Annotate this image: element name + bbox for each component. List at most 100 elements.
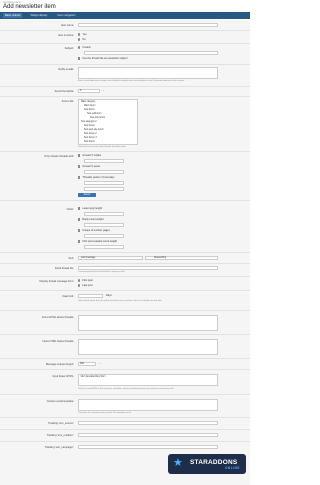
checkbox-icon <box>78 218 81 221</box>
extra-input[interactable] <box>84 187 124 191</box>
stepper-icon[interactable]: − + <box>101 90 104 92</box>
divider <box>0 310 250 311</box>
display-first-post[interactable]: First post <box>78 279 93 282</box>
divider <box>0 200 250 201</box>
utm-medium-label: Tracking 'utm_medium': <box>46 434 74 437</box>
html-above-label: Insert HTML above threads: <box>41 316 74 319</box>
divider <box>0 417 250 418</box>
divider <box>0 151 250 152</box>
days-input[interactable] <box>84 181 124 185</box>
order-input-1[interactable] <box>84 212 124 216</box>
watermark-line1: STARADDONS <box>190 458 238 466</box>
display-last-post[interactable]: Last post <box>78 284 93 287</box>
order-input-4[interactable] <box>84 245 124 249</box>
item-name-label: Item name: <box>61 24 74 27</box>
html-above-textarea[interactable] <box>78 315 218 331</box>
radio-icon <box>78 284 81 287</box>
checkbox-icon <box>78 165 81 168</box>
threads-opt-views[interactable]: At least X views <box>78 165 100 168</box>
item-active-yes[interactable]: Yes <box>78 33 86 36</box>
subject-input[interactable] <box>84 51 218 55</box>
notify-emails-hint: Enter e-mail addresses of people who sho… <box>78 80 185 82</box>
custom-email-textarea[interactable] <box>78 399 218 411</box>
tab-basic-options[interactable]: Basic options <box>3 13 23 18</box>
subject-label: Subject: <box>64 47 74 50</box>
sort-field-select[interactable]: Last message <box>78 256 143 260</box>
divider <box>0 86 250 87</box>
radio-icon <box>78 33 81 36</box>
list-item[interactable]: Test forum <box>79 140 137 144</box>
option-label: No <box>82 38 86 41</box>
forum-ids-list[interactable]: Main category Main forum Test forum Test… <box>78 99 138 145</box>
start-time-label: Send first article: <box>54 90 74 93</box>
extra-thread-ids-hint: Comma-separated list of thread ids to al… <box>78 271 125 273</box>
threads-opt-replies[interactable]: At least X replies <box>78 154 101 157</box>
utm-source-input[interactable] <box>78 421 218 425</box>
divider <box>0 43 250 44</box>
option-label: First post reaction count weight <box>82 240 117 243</box>
utm-medium-input[interactable] <box>78 433 218 437</box>
item-name-input[interactable] <box>78 23 218 27</box>
sort-direction-select[interactable]: Descending <box>145 256 218 260</box>
option-label: Threads/ posts in X last days <box>82 176 115 179</box>
divider <box>0 394 250 395</box>
display-msg-label: Display thread message from: <box>39 280 74 283</box>
divider <box>0 358 250 359</box>
option-label: Least reply length <box>82 207 103 210</box>
option-label: Yes <box>82 33 87 36</box>
option-label: Reply count weight <box>82 218 104 221</box>
threads-opt-days[interactable]: Threads/ posts in X last days <box>78 176 115 179</box>
date-limit-unit: Days <box>106 294 112 297</box>
forum-ids-hint: Select the forums from which threads sho… <box>78 146 127 148</box>
views-input[interactable] <box>84 170 124 174</box>
order-input-3[interactable] <box>84 234 124 238</box>
order-input-2[interactable] <box>84 223 124 227</box>
tab-widget-display[interactable]: Widget display <box>28 13 49 18</box>
html-below-label: Insert HTML below threads: <box>42 340 74 343</box>
footer-html-textarea[interactable]: <div>{unsubscribe}</div> <box>78 374 218 386</box>
radio-icon <box>78 279 81 282</box>
option-label: Use the thread title as newsletter subje… <box>82 57 128 60</box>
sort-label: Sort: <box>68 257 74 260</box>
divider <box>0 441 250 442</box>
item-active-label: Item is active: <box>58 34 74 37</box>
notify-emails-textarea[interactable] <box>78 67 218 79</box>
option-label: Unique of number pages <box>82 229 110 232</box>
divider <box>0 334 250 335</box>
subject-custom[interactable]: Custom <box>78 46 91 49</box>
item-active-no[interactable]: No <box>78 38 86 41</box>
replies-input[interactable] <box>84 159 124 163</box>
start-time-input[interactable]: 0 <box>78 89 100 93</box>
footer-html-hint: Use this to add HTML to the end of the n… <box>78 388 174 390</box>
extra-thread-ids-input[interactable] <box>78 266 218 270</box>
divider <box>0 290 250 291</box>
date-limit-label: Date limit: <box>62 295 74 298</box>
utm-campaign-label: Tracking 'utm_campaign': <box>44 446 74 449</box>
checkbox-icon <box>78 154 81 157</box>
order-opt-2[interactable]: Reply count weight <box>78 218 104 221</box>
utm-campaign-input[interactable] <box>78 445 218 449</box>
radio-icon <box>78 38 81 41</box>
select-button[interactable]: Select <box>78 193 96 197</box>
html-below-textarea[interactable] <box>78 339 218 355</box>
stepper-icon[interactable]: − + <box>98 363 101 365</box>
checkbox-icon <box>78 229 81 232</box>
date-limit-input[interactable] <box>78 294 103 298</box>
option-label: At least X views <box>82 165 101 168</box>
checkbox-icon <box>78 240 81 243</box>
extra-thread-ids-label: Extra thread ids: <box>55 267 74 270</box>
order-opt-3[interactable]: Unique of number pages <box>78 229 110 232</box>
option-label: First post <box>82 279 93 282</box>
subject-use-thread-title[interactable]: Use the thread title as newsletter subje… <box>78 57 127 60</box>
order-opt-4[interactable]: First post reaction count weight <box>78 240 117 243</box>
order-opt-1[interactable]: Least reply length <box>78 207 102 210</box>
custom-email-label: Custom email template: <box>46 400 74 403</box>
msg-length-input[interactable]: 300 <box>78 362 96 366</box>
order-label: Order: <box>66 208 74 211</box>
staraddons-watermark: ★ STARADDONS ONLINE <box>168 454 246 474</box>
divider <box>0 30 250 31</box>
radio-icon <box>78 46 81 49</box>
divider <box>0 263 250 264</box>
utm-source-label: Tracking 'utm_source': <box>48 422 74 425</box>
tab-user-navigation[interactable]: User navigation <box>55 13 77 18</box>
